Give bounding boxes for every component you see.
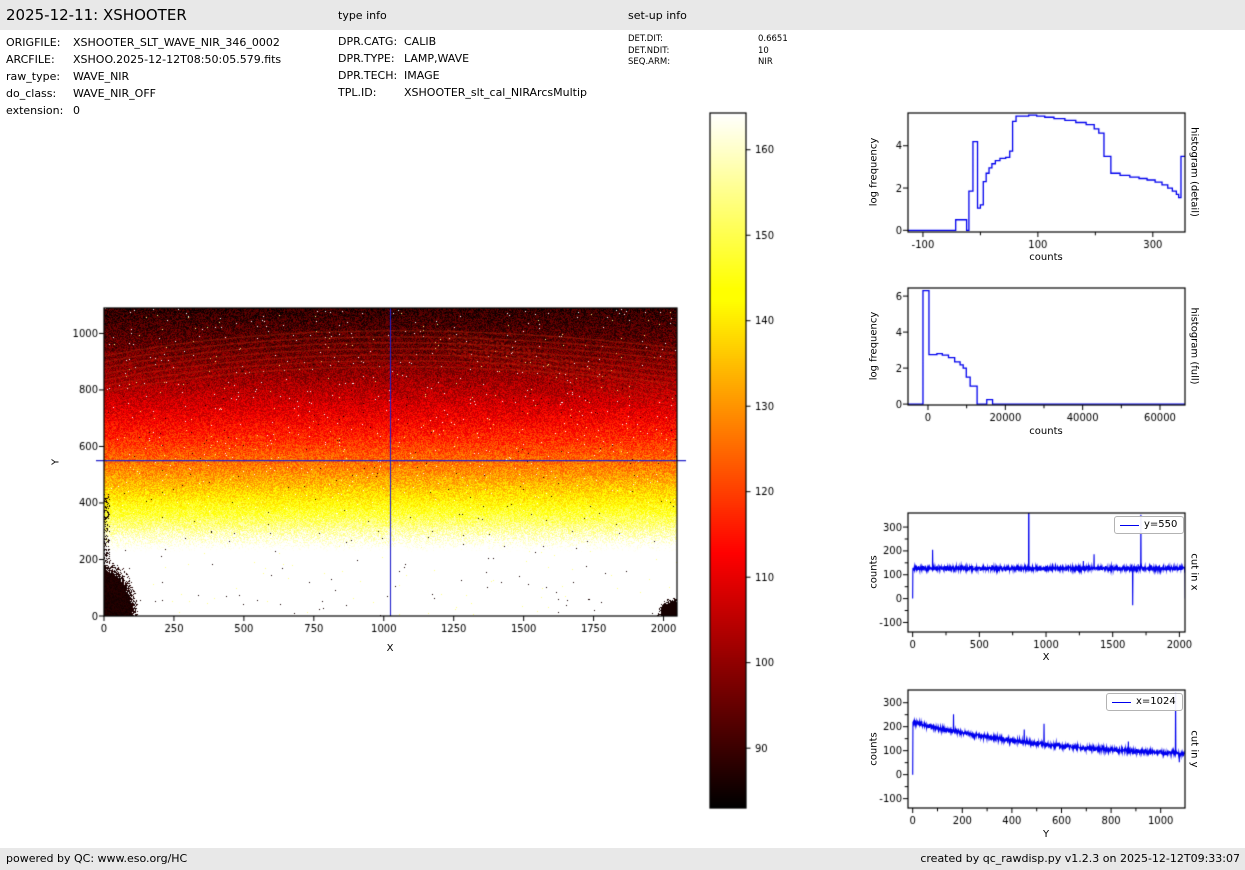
hist-full-yaxis-title: log frequency [868,311,880,381]
cut-y-side-label: cut in y [1188,730,1200,768]
meta-label: ARCFILE: [6,53,55,66]
meta-value: LAMP,WAVE [404,52,470,65]
meta-value: WAVE_NIR_OFF [73,87,156,100]
meta-value: 0 [73,104,80,117]
meta-value: XSHOO.2025-12-12T08:50:05.579.fits [73,53,282,66]
meta-label: do_class: [6,87,57,100]
cut-y-yaxis-title: counts [868,732,880,766]
legend-line-swatch [1112,701,1131,703]
meta-value: NIR [758,57,773,67]
footer-bar: powered by QC: www.eso.org/HC created by… [0,848,1245,870]
footer-right-text: created by qc_rawdisp.py v1.2.3 on 2025-… [920,852,1240,865]
meta-value: XSHOOTER_SLT_WAVE_NIR_346_0002 [73,36,280,49]
meta-label: DET.NDIT: [628,45,670,56]
cut-x-yaxis-title: counts [868,555,880,589]
hist-detail-side-label: histogram (detail) [1188,127,1200,217]
meta-value: 0.6651 [758,34,788,44]
meta-label: DPR.TYPE: [338,52,395,65]
type-info-heading: type info [338,9,387,22]
meta-label: TPL.ID: [338,86,377,99]
cut-y-legend: x=1024 [1106,693,1183,711]
heatmap-yaxis-title: Y [50,458,62,466]
hist-full-xaxis-title: counts [1029,426,1063,437]
cut-x-xaxis-title: X [1042,652,1050,663]
legend-label: y=550 [1144,519,1178,530]
cut-x-legend: y=550 [1114,516,1185,534]
hist-full-side-label: histogram (full) [1188,307,1200,385]
header-bar: 2025-12-11: XSHOOTER type info set-up in… [0,0,1245,30]
cut-x-side-label: cut in x [1188,553,1200,591]
meta-value: WAVE_NIR [73,70,130,83]
meta-label: DET.DIT: [628,34,663,44]
qc-report-page: { "header": { "bar_title": "2025-12-11: … [0,0,1245,870]
heatmap-xaxis-title: X [386,643,394,654]
meta-value: CALIB [404,35,437,48]
legend-line-swatch [1120,524,1139,526]
meta-label: SEQ.ARM: [628,57,671,67]
setup-info-heading: set-up info [628,9,687,22]
hist-detail-xaxis-title: counts [1029,252,1063,263]
legend-label: x=1024 [1136,696,1176,707]
footer-left-text: powered by QC: www.eso.org/HC [6,852,188,865]
meta-value: XSHOOTER_slt_cal_NIRArcsMultip [404,86,587,99]
meta-label: DPR.CATG: [338,35,398,48]
meta-label: raw_type: [6,70,61,83]
meta-label: DPR.TECH: [338,69,398,82]
page-title: 2025-12-11: XSHOOTER [6,6,187,24]
hist-detail-yaxis-title: log frequency [868,137,880,207]
meta-label: extension: [6,104,64,117]
meta-value: IMAGE [404,69,440,82]
cut-y-xaxis-title: Y [1042,829,1050,840]
meta-label: ORIGFILE: [6,36,61,49]
meta-value: 10 [758,45,769,56]
